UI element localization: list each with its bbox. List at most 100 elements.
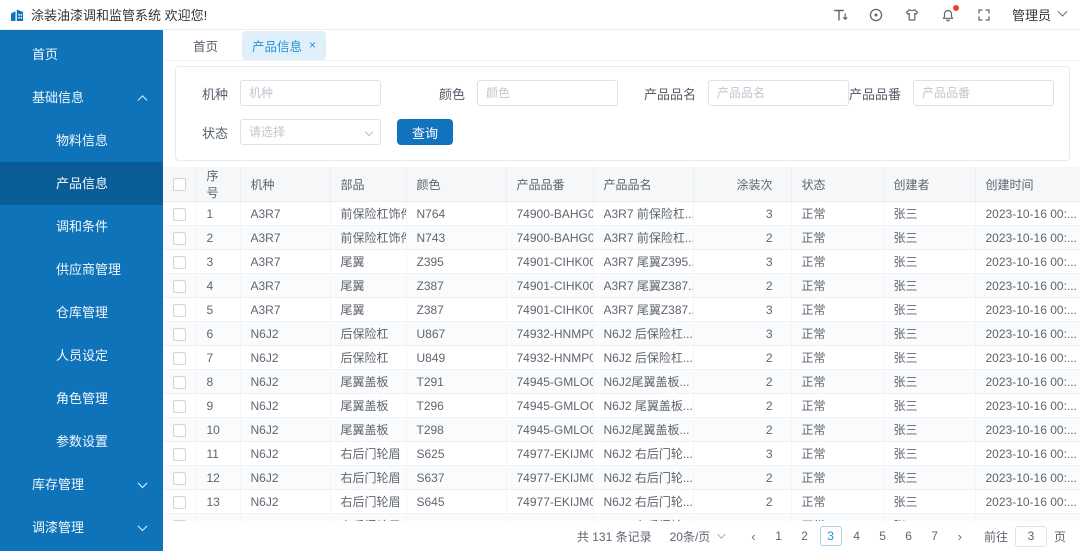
row-checkbox[interactable] [172,231,186,245]
fullscreen-icon[interactable] [976,6,993,23]
table-cell: 正常 [791,225,884,250]
page-button-1[interactable]: 1 [768,526,790,546]
page-button-3[interactable]: 3 [819,526,842,546]
notification-badge [952,5,959,11]
page-button-4[interactable]: 4 [846,526,868,546]
table-cell: 1 [196,201,241,226]
filter-group-status: 状态 [202,119,382,145]
page-button-6[interactable]: 6 [898,526,920,546]
page-button-2[interactable]: 2 [794,526,816,546]
table-row[interactable]: 8N6J2尾翼盖板T29174945-GMLO0...N6J2尾翼盖板...2正… [163,369,1080,394]
sidebar-item-首页[interactable]: 首页 [0,33,163,76]
table-row[interactable]: 7N6J2后保险杠U84974932-HNMP0...N6J2 后保险杠...2… [163,345,1080,370]
table-row[interactable]: 2A3R7前保险杠饰件N74374900-BAHG00...A3R7 前保险杠.… [163,225,1080,250]
sidebar-item-参数设置[interactable]: 参数设置 [0,420,163,463]
table-cell: 张三 [883,489,976,514]
prev-page-button[interactable]: ‹ [743,529,763,544]
table-cell: N6J2 后保险杠... [593,345,694,370]
sidebar-item-label: 参数设置 [56,434,109,449]
table-cell: U867 [406,321,507,346]
table-cell: 2023-10-16 00:... [975,225,1080,250]
page-button-5[interactable]: 5 [872,526,894,546]
goto-page-input[interactable] [1014,525,1047,547]
sidebar-item-库存管理[interactable]: 库存管理 [0,463,163,506]
sidebar-item-产品信息[interactable]: 产品信息 [0,162,163,205]
table-cell: 张三 [883,417,976,442]
table-cell: 张三 [883,345,976,370]
table-cell: N6J2 [240,465,331,490]
sidebar-item-label: 调和条件 [56,219,109,234]
row-checkbox[interactable] [172,399,186,413]
pagination: 共 131 条记录 20条/页 ‹ 1234567 › 前往 页 [163,521,1080,551]
app-window: 涂装油漆调和监管系统 欢迎您! 管理员 首页 基础信息 物料信息 产品信息 调和… [0,0,1080,551]
table-row[interactable]: 9N6J2尾翼盖板T29674945-GMLO0...N6J2 尾翼盖板...2… [163,393,1080,418]
topbar: 涂装油漆调和监管系统 欢迎您! 管理员 [0,0,1080,30]
product-number-input[interactable] [913,80,1055,106]
query-button[interactable]: 查询 [397,119,454,145]
machine-type-input[interactable] [240,80,382,106]
sidebar-item-基础信息[interactable]: 基础信息 [0,76,163,119]
sidebar-item-仓库管理[interactable]: 仓库管理 [0,291,163,334]
row-checkbox-cell [163,417,197,442]
table-row[interactable]: 4A3R7尾翼Z38774901-CIHK00...A3R7 尾翼Z387...… [163,273,1080,298]
table-cell: 74945-GMLO0... [506,417,594,442]
row-checkbox[interactable] [172,255,186,269]
sidebar-item-label: 角色管理 [56,391,109,406]
table-cell: Z395 [406,249,507,274]
table-cell: 右后门轮眉 [330,465,407,490]
table-row[interactable]: 13N6J2右后门轮眉S64574977-EKIJM0...N6J2 右后门轮.… [163,489,1080,514]
select-all-checkbox[interactable] [172,178,186,192]
row-checkbox[interactable] [172,375,186,389]
table-row[interactable]: 12N6J2右后门轮眉S63774977-EKIJM0...N6J2 右后门轮.… [163,465,1080,490]
table-cell: 张三 [883,201,976,226]
sidebar-item-物料信息[interactable]: 物料信息 [0,119,163,162]
column-header-颜色: 颜色 [406,167,507,202]
table-cell: 尾翼 [330,249,407,274]
sidebar-item-调和条件[interactable]: 调和条件 [0,205,163,248]
table-row[interactable]: 3A3R7尾翼Z39574901-CIHK00...A3R7 尾翼Z395...… [163,249,1080,274]
row-checkbox[interactable] [172,351,186,365]
row-checkbox[interactable] [172,447,186,461]
row-checkbox[interactable] [172,495,186,509]
tab-产品信息[interactable]: 产品信息 × [242,30,327,60]
goto-suffix: 页 [1053,529,1066,544]
target-icon[interactable] [868,6,885,23]
table-row[interactable]: 14N6J2右后门轮眉S65974977-EKIJM0...N6J2 右后门轮.… [163,513,1080,521]
row-checkbox[interactable] [172,207,186,221]
table-cell: A3R7 [240,201,331,226]
sidebar-item-label: 基础信息 [32,90,85,105]
user-menu[interactable]: 管理员 [1012,5,1068,24]
close-icon[interactable]: × [309,39,316,51]
table-row[interactable]: 10N6J2尾翼盖板T29874945-GMLO0...N6J2尾翼盖板...2… [163,417,1080,442]
color-input[interactable] [477,80,619,106]
sidebar-item-调漆管理[interactable]: 调漆管理 [0,506,163,549]
theme-shirt-icon[interactable] [904,6,921,23]
table-cell: 74932-HNMP0... [506,321,594,346]
row-checkbox[interactable] [172,471,186,485]
table-row[interactable]: 5A3R7尾翼Z38774901-CIHK00...A3R7 尾翼Z387...… [163,297,1080,322]
row-checkbox[interactable] [172,279,186,293]
table-row[interactable]: 1A3R7前保险杠饰件N76474900-BAHG00...A3R7 前保险杠.… [163,201,1080,226]
table-row[interactable]: 6N6J2后保险杠U86774932-HNMP0...N6J2 后保险杠...3… [163,321,1080,346]
page-button-7[interactable]: 7 [924,526,946,546]
chevron-down-icon [137,520,148,531]
tab-首页[interactable]: 首页 [183,31,228,60]
sidebar-item-人员设定[interactable]: 人员设定 [0,334,163,377]
sidebar-item-角色管理[interactable]: 角色管理 [0,377,163,420]
page-size-select[interactable]: 20条/页 [670,528,726,545]
row-checkbox[interactable] [172,303,186,317]
sidebar-item-供应商管理[interactable]: 供应商管理 [0,248,163,291]
table-cell: 正常 [791,201,884,226]
font-size-icon[interactable] [832,6,849,23]
row-checkbox[interactable] [172,423,186,437]
table-cell: 2023-10-16 00:... [975,513,1080,521]
table-cell: 3 [693,441,792,466]
status-select[interactable] [240,119,382,145]
next-page-button[interactable]: › [950,529,970,544]
row-checkbox[interactable] [172,327,186,341]
product-name-input[interactable] [708,80,850,106]
column-header-涂装次: 涂装次 [693,167,792,202]
row-checkbox-cell [163,297,197,322]
notification-bell-icon[interactable] [940,5,959,23]
table-row[interactable]: 11N6J2右后门轮眉S62574977-EKIJM0...N6J2 右后门轮.… [163,441,1080,466]
